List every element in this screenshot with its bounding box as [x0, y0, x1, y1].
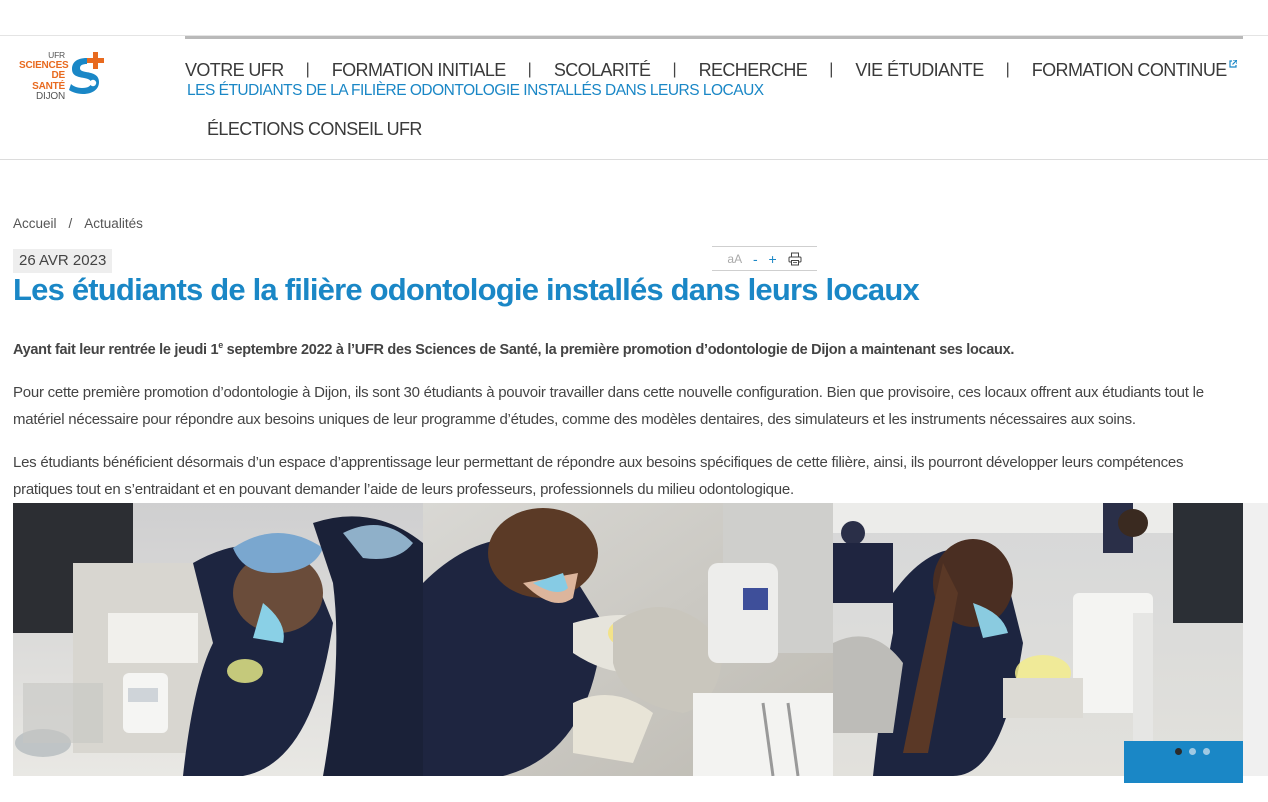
logo-mark-icon [69, 52, 104, 94]
lead-part-2: septembre 2022 à l’UFR des Sciences de S… [222, 341, 1015, 358]
gallery-photo-3[interactable] [833, 503, 1243, 776]
nav-separator: | [672, 61, 677, 78]
logo-line-1: UFR [48, 50, 65, 60]
article-paragraph-2: Les étudiants bénéficient désormais d’un… [13, 454, 1184, 498]
gallery-next-edge [1243, 503, 1268, 776]
gallery-dot-1[interactable] [1175, 748, 1182, 755]
gallery-photo-2[interactable] [423, 503, 833, 776]
breadcrumb-home-link[interactable]: Accueil [13, 216, 57, 231]
nav-item-formation-continue[interactable]: FORMATION CONTINUE [1031, 58, 1238, 81]
nav-separator: | [305, 61, 310, 78]
nav-separator: | [1005, 61, 1010, 78]
article-lead: Ayant fait leur rentrée le jeudi 1e sept… [13, 340, 1243, 358]
nav-separator: | [527, 61, 532, 78]
logo-line-3: DE SANTÉ [32, 70, 65, 92]
font-size-label: aA [727, 251, 743, 266]
lead-part-1: Ayant fait leur rentrée le jeudi 1 [13, 341, 219, 358]
nav-item-elections-conseil[interactable]: ÉLECTIONS CONSEIL UFR [207, 119, 422, 140]
breadcrumb-separator: / [68, 216, 73, 231]
nav-top-rule [185, 36, 1243, 39]
top-strip [0, 0, 1268, 36]
article-tools: aA - + [712, 246, 817, 271]
breadcrumb: Accueil / Actualités [13, 216, 143, 231]
article-paragraph-1: Pour cette première promotion d’odontolo… [13, 384, 1204, 428]
nav-item-recherche[interactable]: RECHERCHE [699, 60, 808, 81]
external-link-icon [1229, 58, 1238, 71]
main-nav: VOTRE UFR | FORMATION INITIALE | SCOLARI… [185, 58, 1238, 82]
ufr-logo[interactable]: UFR SCIENCES DE SANTÉ DIJON [19, 50, 105, 102]
gallery-pagination [1124, 741, 1243, 783]
nav-item-vie-etudiante[interactable]: VIE ÉTUDIANTE [855, 60, 984, 81]
decrease-font-button[interactable]: - [753, 251, 758, 267]
photo-gallery[interactable] [13, 503, 1243, 776]
article-title: Les étudiants de la filière odontologie … [13, 272, 920, 307]
gallery-dot-2[interactable] [1189, 748, 1196, 755]
article-date-badge: 26 AVR 2023 [13, 249, 113, 273]
logo-line-4: DIJON [35, 91, 65, 102]
site-header: UFR SCIENCES DE SANTÉ DIJON VOTRE UFR | … [0, 36, 1268, 160]
breadcrumb-current-link[interactable]: Actualités [84, 216, 143, 231]
increase-font-button[interactable]: + [769, 251, 777, 267]
gallery-photo-1[interactable] [13, 503, 423, 776]
printer-icon[interactable] [788, 252, 802, 266]
nav-separator: | [829, 61, 834, 78]
logo-text: UFR SCIENCES DE SANTÉ DIJON [19, 50, 69, 103]
nav-item-scolarite[interactable]: SCOLARITÉ [554, 60, 651, 81]
nav-current-page-link[interactable]: LES ÉTUDIANTS DE LA FILIÈRE ODONTOLOGIE … [187, 82, 764, 100]
gallery-dot-3[interactable] [1203, 748, 1210, 755]
nav-item-formation-continue-label: FORMATION CONTINUE [1031, 59, 1227, 80]
nav-item-votre-ufr[interactable]: VOTRE UFR [185, 60, 284, 81]
nav-item-formation-initiale[interactable]: FORMATION INITIALE [332, 60, 506, 81]
